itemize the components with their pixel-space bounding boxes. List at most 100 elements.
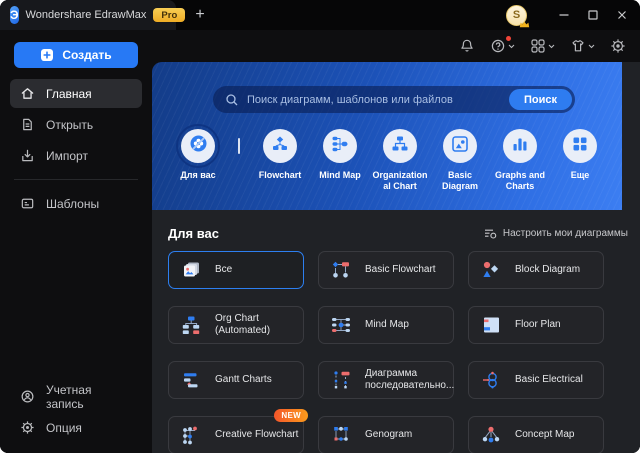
block-diagram-icon [480, 259, 502, 281]
genogram-icon [330, 424, 352, 446]
create-button[interactable]: Создать [14, 42, 138, 68]
category-для-вас[interactable]: Для вас [170, 124, 226, 181]
user-avatar[interactable]: S [506, 4, 530, 27]
minimize-button[interactable] [549, 0, 578, 30]
settings-button[interactable] [610, 38, 626, 54]
sidebar-item-import[interactable]: Импорт [10, 141, 142, 170]
template-card-label: Block Diagram [515, 264, 581, 275]
template-card-label: Basic Electrical [515, 374, 583, 385]
sidebar-item-options[interactable]: Опция [10, 413, 142, 442]
template-card-label: Genogram [365, 429, 413, 440]
template-card-block-diagram[interactable]: Block Diagram [468, 251, 604, 289]
flowchart-icon [271, 135, 289, 158]
template-card-org-chart-automated[interactable]: Org Chart (Automated) [168, 306, 304, 344]
concept-map-icon [480, 424, 502, 446]
category-row: Для вас Flowchart Mind Map Organizational C… [152, 124, 622, 193]
customize-list-gear-icon [484, 229, 497, 239]
panel-body: Для вас Настроить мои диаграммы Все Basic… [152, 210, 640, 453]
category-label: Еще [570, 170, 590, 180]
chevron-down-icon [508, 44, 515, 48]
template-card-floor-plan[interactable]: Floor Plan [468, 306, 604, 344]
chevron-down-icon [548, 44, 555, 48]
customize-diagrams-link[interactable]: Настроить мои диаграммы [484, 228, 628, 240]
sidebar-item-label: Учетная запись [46, 382, 92, 411]
template-card-label: Org Chart (Automated) [215, 313, 271, 336]
template-card-basic-electrical[interactable]: Basic Electrical [468, 361, 604, 399]
template-card-mind-map[interactable]: Mind Map [318, 306, 454, 344]
template-grid: Все Basic Flowchart Block Diagram Org Chart… [152, 251, 640, 453]
for-you-icon [189, 134, 208, 158]
template-card-gantt-charts[interactable]: Gantt Charts [168, 361, 304, 399]
tshirt-icon [572, 40, 584, 52]
search-icon [226, 93, 238, 105]
template-card-label: Basic Flowchart [365, 264, 436, 275]
edrawmax-logo-icon: Э [10, 6, 19, 24]
floor-plan-icon [480, 314, 502, 336]
org-chart-automated-icon [180, 314, 202, 336]
template-card-concept-map[interactable]: Concept Map [468, 416, 604, 453]
sidebar-item-account[interactable]: Учетная запись [10, 382, 142, 411]
sidebar: Создать Главная Открыть Импорт Шаблоны У… [0, 30, 152, 453]
sidebar-item-label: Главная [46, 86, 92, 101]
template-card-label: Concept Map [515, 429, 575, 440]
sidebar-item-label: Опция [46, 420, 82, 435]
search-input[interactable] [239, 93, 509, 106]
template-card-label: Creative Flowchart [215, 429, 299, 440]
app-title: Wondershare EdrawMax [25, 9, 147, 21]
graphs-icon [511, 135, 529, 158]
customize-diagrams-label: Настроить мои диаграммы [502, 228, 628, 239]
new-badge: NEW [274, 409, 308, 422]
section-title: Для вас [168, 226, 219, 241]
help-icon [491, 39, 505, 53]
template-card-label: Диаграмма последовательно... [365, 368, 455, 391]
category-label: Basic Diagram [441, 170, 478, 192]
search-button[interactable]: Поиск [508, 89, 572, 110]
template-card-label: Floor Plan [515, 319, 561, 330]
category-organizational-chart[interactable]: Organizational Chart [372, 129, 428, 193]
sidebar-item-label: Импорт [46, 148, 88, 163]
notification-dot [506, 36, 511, 41]
app-tab[interactable]: Э Wondershare EdrawMax Pro [0, 0, 186, 30]
sidebar-item-open[interactable]: Открыть [10, 110, 142, 139]
sidebar-item-templates[interactable]: Шаблоны [10, 189, 142, 218]
sequence-diagram-icon [330, 369, 352, 391]
sidebar-item-home[interactable]: Главная [10, 79, 142, 108]
apps-button[interactable] [530, 38, 555, 54]
electrical-icon [480, 369, 502, 391]
help-button[interactable] [490, 36, 515, 54]
category-basic-diagram[interactable]: Basic Diagram [432, 129, 488, 193]
close-button[interactable] [607, 0, 636, 30]
document-icon [23, 118, 32, 131]
notifications-button[interactable] [459, 38, 475, 54]
category-еще[interactable]: Еще [552, 129, 608, 181]
more-icon [571, 135, 589, 158]
template-card-creative-flowchart[interactable]: Creative Flowchart NEW [168, 409, 308, 453]
category-graphs-and-charts[interactable]: Graphs and Charts [492, 129, 548, 193]
app-window: Э Wondershare EdrawMax Pro + S Создать Г… [0, 0, 640, 453]
category-label: Для вас [180, 170, 216, 180]
template-card-label: Gantt Charts [215, 374, 272, 385]
search-box[interactable]: Поиск [213, 86, 575, 113]
sidebar-item-label: Шаблоны [46, 196, 100, 211]
new-tab-button[interactable]: + [190, 7, 210, 23]
category-flowchart[interactable]: Flowchart [252, 129, 308, 181]
sidebar-divider [14, 179, 138, 180]
template-card-basic-flowchart[interactable]: Basic Flowchart [318, 251, 454, 289]
pro-badge: Pro [153, 8, 186, 22]
top-toolbar [152, 30, 640, 62]
category-divider [238, 138, 240, 154]
maximize-button[interactable] [578, 0, 607, 30]
category-label: Graphs and Charts [494, 170, 545, 192]
template-card-genogram[interactable]: Genogram [318, 416, 454, 453]
basic-diagram-icon [451, 135, 469, 158]
creative-flowchart-icon [180, 424, 202, 446]
content-panel: Поиск Для вас Flowchart Mind Map Organizati… [152, 62, 640, 453]
plus-square-icon [41, 49, 54, 61]
theme-button[interactable] [570, 38, 595, 54]
sidebar-item-label: Открыть [46, 117, 94, 132]
category-mind-map[interactable]: Mind Map [312, 129, 368, 181]
gantt-icon [180, 369, 202, 391]
template-card-диаграмма-последовательно[interactable]: Диаграмма последовательно... [318, 361, 454, 399]
import-icon [22, 149, 33, 162]
template-card-все[interactable]: Все [168, 251, 304, 289]
